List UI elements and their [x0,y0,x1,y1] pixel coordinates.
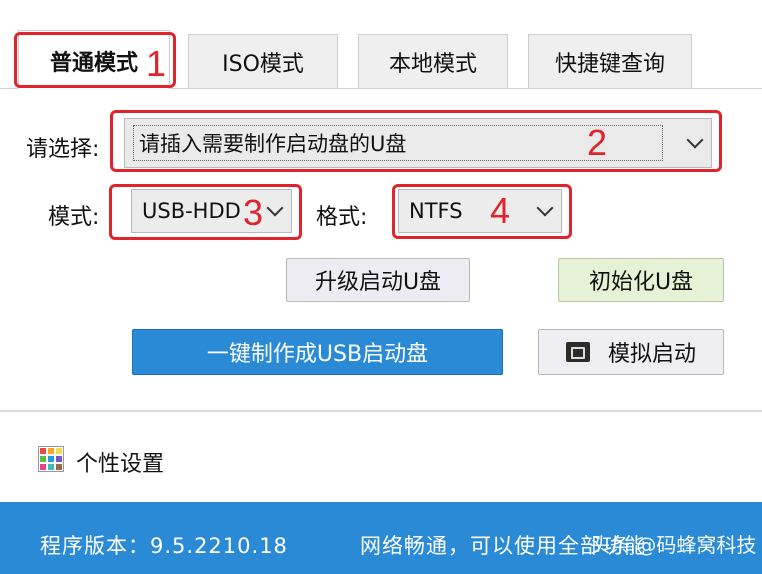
make-boot-usb-button[interactable]: 一键制作成USB启动盘 [132,329,503,375]
tab-label: ISO模式 [222,51,304,77]
annotation-number-4: 4 [490,190,511,231]
format-label: 格式: [316,205,368,230]
palette-grid-icon[interactable] [38,446,64,472]
make-boot-usb-label: 一键制作成USB启动盘 [206,342,429,367]
upgrade-usb-label: 升级启动U盘 [314,270,442,295]
annotation-box-2 [110,110,722,172]
upgrade-usb-button[interactable]: 升级启动U盘 [286,258,470,302]
annotation-number-3: 3 [243,192,264,233]
simulate-boot-button[interactable]: 模拟启动 [538,329,724,375]
app-window: 普通模式 ISO模式 本地模式 快捷键查询 请选择: 请插入需要制作启动盘的U盘… [0,0,762,574]
version-text: 程序版本：9.5.2210.18 [40,534,288,558]
mode-label: 模式: [48,205,100,230]
tab-shortcut-query[interactable]: 快捷键查询 [528,34,692,88]
annotation-number-1: 1 [146,43,167,84]
initialize-usb-button[interactable]: 初始化U盘 [558,258,724,302]
initialize-usb-label: 初始化U盘 [588,270,694,295]
tab-label: 本地模式 [388,51,477,77]
panel-divider [0,410,762,412]
annotation-box-3 [109,184,302,240]
personalize-link[interactable]: 个性设置 [76,446,164,478]
simulate-boot-label: 模拟启动 [607,342,696,367]
tab-label: 快捷键查询 [554,51,665,77]
annotation-box-4 [392,184,572,239]
tab-iso-mode[interactable]: ISO模式 [188,34,338,88]
annotation-number-2: 2 [587,122,608,163]
watermark: 头条 @码蜂窝科技 [590,533,757,557]
device-label: 请选择: [26,137,100,162]
tab-local-mode[interactable]: 本地模式 [358,34,508,88]
monitor-icon [565,342,590,362]
